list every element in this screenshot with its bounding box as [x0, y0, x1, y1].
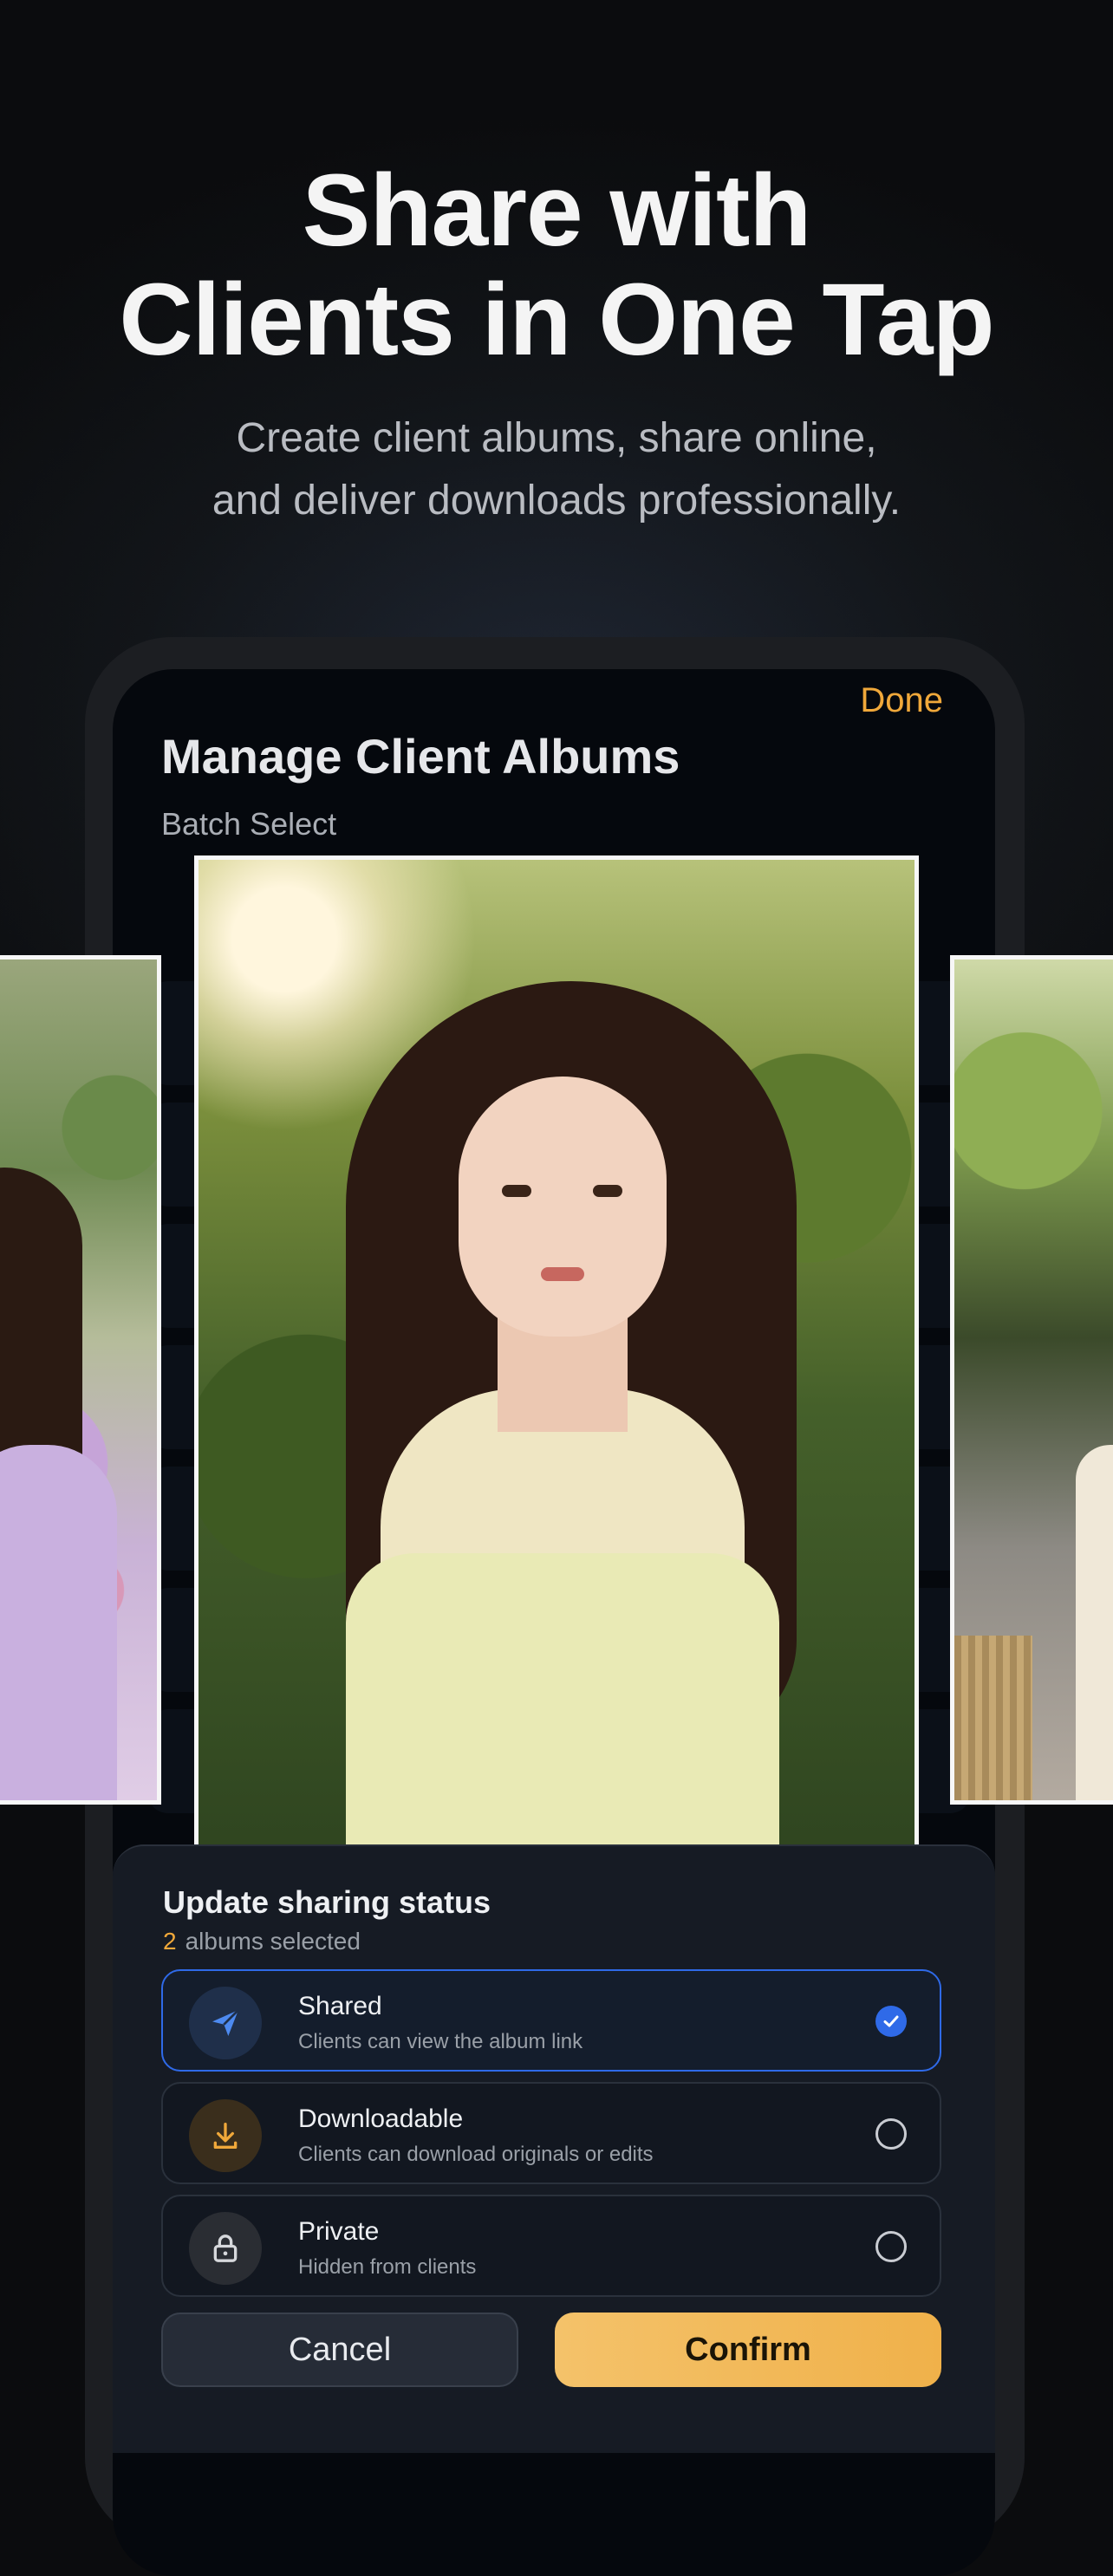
option-shared[interactable]: Shared Clients can view the album link — [161, 1969, 941, 2072]
photo-subject-eye — [593, 1185, 622, 1197]
headline: Share with Clients in One Tap — [0, 156, 1113, 374]
photo-subject-eye — [502, 1185, 531, 1197]
headline-line-1: Share with — [302, 153, 812, 268]
photo-table — [954, 1636, 1032, 1800]
radio-checked-icon[interactable] — [875, 2006, 907, 2037]
headline-line-2: Clients in One Tap — [119, 263, 994, 377]
photo-card-main[interactable] — [194, 855, 919, 1858]
lock-icon — [189, 2212, 262, 2285]
selection-summary: 2 albums selected — [163, 1928, 361, 1955]
option-desc: Clients can download originals or edits — [298, 2143, 654, 2166]
screen-title: Manage Client Albums — [161, 729, 680, 784]
selected-suffix: albums selected — [185, 1928, 361, 1955]
option-private[interactable]: Private Hidden from clients — [161, 2195, 941, 2297]
option-desc: Clients can view the album link — [298, 2030, 583, 2053]
cancel-button[interactable]: Cancel — [161, 2313, 518, 2387]
photo-card-left[interactable] — [0, 955, 161, 1805]
download-icon — [189, 2099, 262, 2172]
selected-count: 2 — [163, 1928, 177, 1955]
photo-subject-dress — [346, 1553, 779, 1854]
option-desc: Hidden from clients — [298, 2255, 477, 2279]
send-icon — [189, 1987, 262, 2059]
radio-unchecked-icon[interactable] — [875, 2231, 907, 2262]
photo-subject-lips — [541, 1267, 584, 1281]
option-label: Shared — [298, 1992, 382, 2020]
photo-subject-face — [459, 1077, 667, 1337]
photo-subject-arm — [1076, 1445, 1113, 1800]
batch-select-button[interactable]: Batch Select — [161, 806, 336, 842]
option-downloadable[interactable]: Downloadable Clients can download origin… — [161, 2082, 941, 2184]
option-label: Downloadable — [298, 2104, 464, 2133]
photo-card-right[interactable] — [950, 955, 1113, 1805]
option-label: Private — [298, 2217, 380, 2246]
sharing-status-sheet: Update sharing status 2 albums selected S… — [113, 1844, 995, 2453]
confirm-button[interactable]: Confirm — [555, 2313, 941, 2387]
subhead-line-2: and deliver downloads professionally. — [212, 478, 901, 524]
sheet-title: Update sharing status — [163, 1884, 491, 1920]
photo-subject-dress — [0, 1445, 117, 1800]
subhead-line-1: Create client albums, share online, — [236, 415, 877, 461]
radio-unchecked-icon[interactable] — [875, 2118, 907, 2150]
done-button[interactable]: Done — [860, 681, 943, 720]
subheadline: Create client albums, share online, and … — [0, 407, 1113, 532]
